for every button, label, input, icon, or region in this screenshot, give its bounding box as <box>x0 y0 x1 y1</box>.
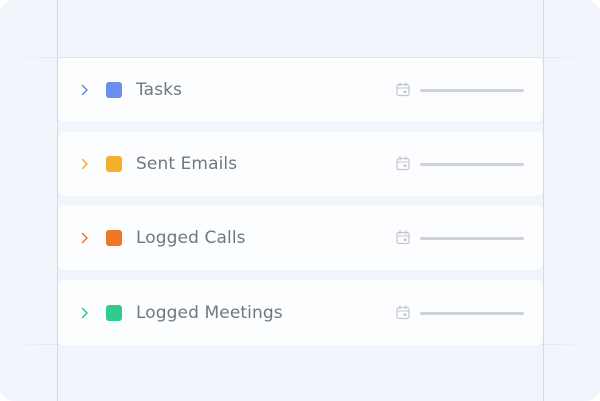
category-color-swatch <box>106 230 122 246</box>
date-placeholder-bar <box>420 237 524 240</box>
category-color-swatch <box>106 156 122 172</box>
category-color-swatch <box>106 82 122 98</box>
chevron-right-icon[interactable] <box>80 157 90 171</box>
date-placeholder-bar <box>420 312 524 315</box>
activity-panel: Tasks Sent Emails Logged Calls Logged Me… <box>0 0 600 401</box>
activity-list: Tasks Sent Emails Logged Calls Logged Me… <box>58 58 543 346</box>
calendar-icon[interactable] <box>396 230 410 245</box>
activity-label: Sent Emails <box>136 154 238 174</box>
chevron-right-icon[interactable] <box>80 306 90 320</box>
guide-line-right <box>543 0 544 401</box>
chevron-right-icon[interactable] <box>80 83 90 97</box>
calendar-icon[interactable] <box>396 82 410 97</box>
activity-row-sent-emails[interactable]: Sent Emails <box>58 132 543 196</box>
activity-row-logged-calls[interactable]: Logged Calls <box>58 206 543 270</box>
chevron-right-icon[interactable] <box>80 231 90 245</box>
activity-row-logged-meetings[interactable]: Logged Meetings <box>58 280 543 346</box>
activity-row-tasks[interactable]: Tasks <box>58 58 543 122</box>
activity-label: Logged Calls <box>136 228 246 248</box>
calendar-icon[interactable] <box>396 156 410 171</box>
category-color-swatch <box>106 305 122 321</box>
activity-label: Tasks <box>136 80 183 100</box>
activity-label: Logged Meetings <box>136 303 283 323</box>
calendar-icon[interactable] <box>396 305 410 320</box>
date-placeholder-bar <box>420 163 524 166</box>
date-placeholder-bar <box>420 89 524 92</box>
